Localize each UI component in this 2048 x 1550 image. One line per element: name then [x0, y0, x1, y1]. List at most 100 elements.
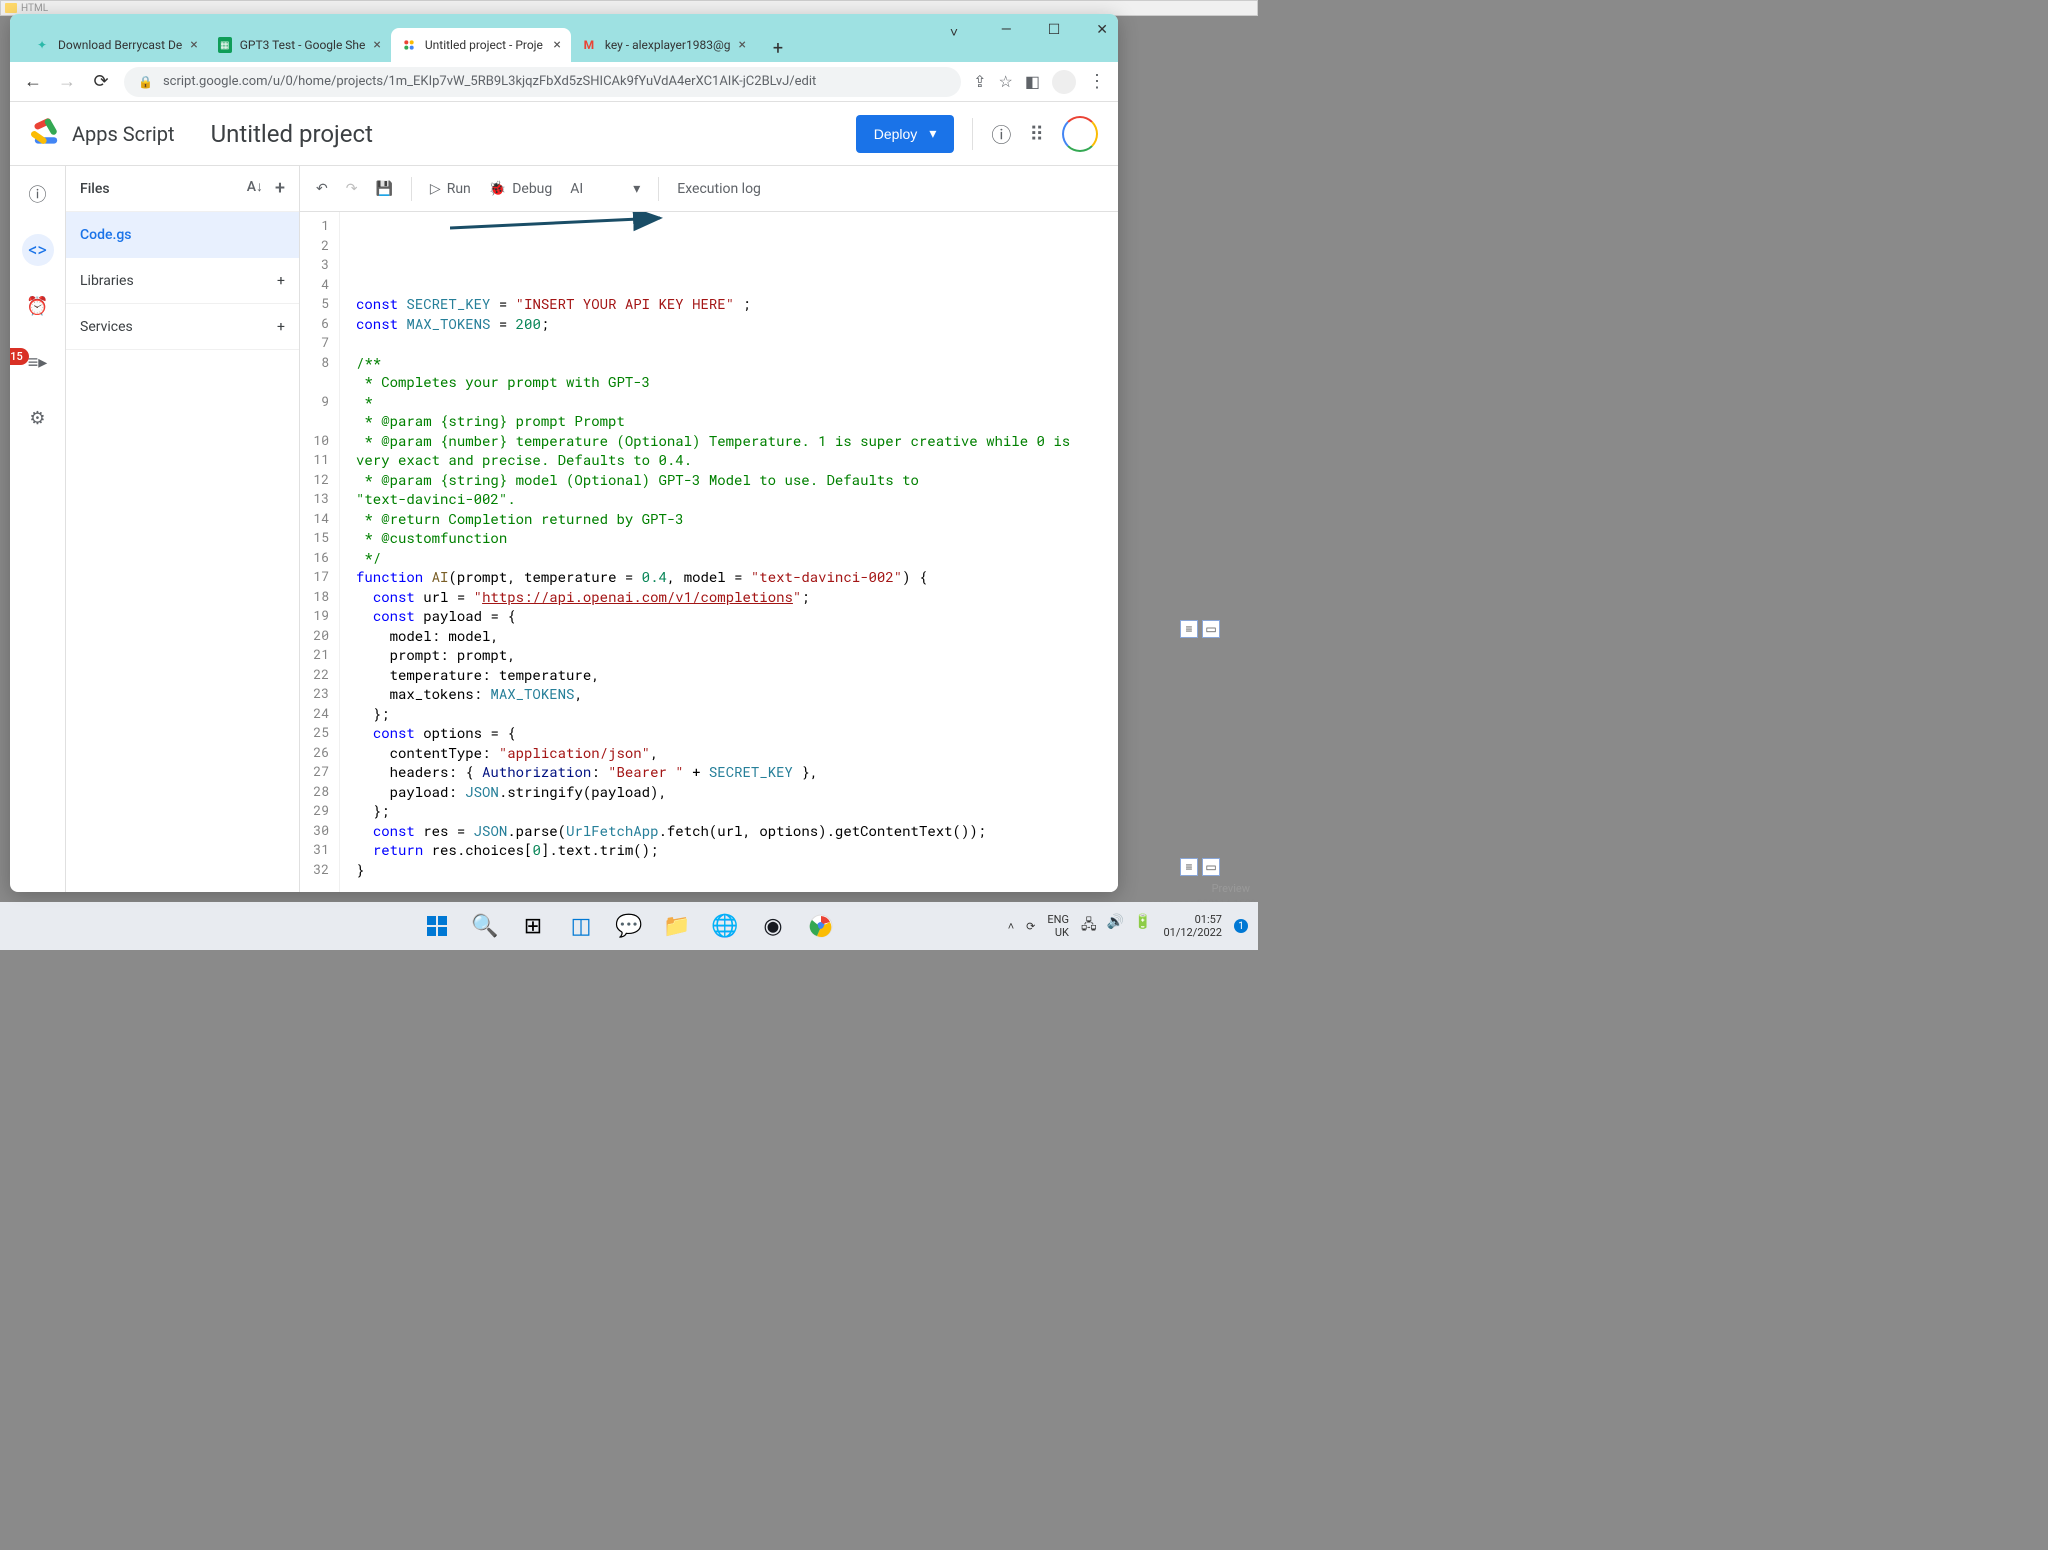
debug-button[interactable]: 🐞 Debug: [489, 181, 553, 197]
close-button[interactable]: ✕: [1096, 22, 1108, 38]
tab-overflow-icon[interactable]: ˅: [950, 24, 958, 41]
url-text: script.google.com/u/0/home/projects/1m_E…: [163, 74, 816, 89]
info-icon[interactable]: ⓘ: [22, 178, 54, 210]
tab-berrycast[interactable]: ✦ Download Berrycast De ×: [24, 28, 208, 62]
services-row: Services +: [66, 304, 299, 350]
network-icon[interactable]: 🖧: [1081, 914, 1097, 938]
explorer-icon[interactable]: 📁: [657, 906, 697, 946]
libraries-label: Libraries: [80, 273, 134, 289]
code-content[interactable]: const SECRET_KEY = "INSERT YOUR API KEY …: [340, 212, 1079, 892]
separator: [658, 177, 659, 201]
tab-title: Download Berrycast De: [58, 38, 182, 52]
help-icon[interactable]: ⓘ: [991, 119, 1011, 148]
apps-script-header: Apps Script Untitled project Deploy ▾ ⓘ …: [10, 102, 1118, 166]
tab-close-icon[interactable]: ×: [738, 37, 745, 53]
separator: [411, 177, 412, 201]
widgets-icon[interactable]: ◫: [561, 906, 601, 946]
forward-button[interactable]: →: [56, 71, 78, 92]
grid-view-icon[interactable]: ▭: [1202, 858, 1220, 876]
deploy-label: Deploy: [874, 126, 918, 142]
add-service-icon[interactable]: +: [277, 319, 285, 335]
add-file-icon[interactable]: +: [275, 178, 285, 199]
tab-sheets[interactable]: ▦ GPT3 Test - Google She ×: [208, 28, 391, 62]
list-view-icon[interactable]: ≡: [1180, 620, 1198, 638]
deploy-button[interactable]: Deploy ▾: [856, 115, 955, 153]
battery-icon[interactable]: 🔋: [1134, 914, 1151, 938]
save-button[interactable]: 💾: [375, 181, 392, 197]
lock-icon: 🔒: [138, 75, 153, 89]
tab-appsscript[interactable]: Untitled project - Proje ×: [391, 28, 571, 62]
side-panel-icon[interactable]: ◧: [1025, 72, 1040, 91]
editor-toolbar: ↶ ↷ 💾 ▷ Run 🐞 Debug AI ▾ Execution log: [300, 166, 1118, 212]
back-button[interactable]: ←: [22, 71, 44, 92]
system-tray: ˄ ⟳ ENG UK 🖧 🔊 🔋 01:57 01/12/2022 1: [1008, 913, 1248, 939]
notification-badge: 315: [10, 348, 29, 365]
project-title[interactable]: Untitled project: [211, 120, 373, 148]
chrome-taskbar-icon[interactable]: [801, 906, 841, 946]
divider: [972, 118, 973, 150]
clock[interactable]: 01:57 01/12/2022: [1163, 913, 1222, 939]
sheets-icon: ▦: [218, 37, 232, 53]
tab-close-icon[interactable]: ×: [190, 37, 197, 53]
editor-icon[interactable]: <>: [22, 234, 54, 266]
chrome-menu-icon[interactable]: ⋮: [1088, 71, 1106, 92]
function-name: AI: [570, 181, 583, 197]
minimize-button[interactable]: ―: [1001, 22, 1012, 38]
triggers-icon[interactable]: ⏰: [22, 290, 54, 322]
profile-icon[interactable]: [1052, 70, 1076, 94]
product-name: Apps Script: [72, 122, 175, 146]
new-tab-button[interactable]: +: [764, 34, 792, 62]
execution-log-button[interactable]: Execution log: [677, 181, 761, 197]
reload-button[interactable]: ⟳: [90, 71, 112, 92]
annotation-arrow: [450, 212, 680, 238]
steam-icon[interactable]: ◉: [753, 906, 793, 946]
apps-script-logo[interactable]: Apps Script: [30, 118, 175, 150]
start-button[interactable]: [417, 906, 457, 946]
list-view-icon[interactable]: ≡: [1180, 858, 1198, 876]
tray-chevron-icon[interactable]: ˄: [1008, 920, 1014, 933]
windows-taskbar: 🔍 ⊞ ◫ 💬 📁 🌐 ◉ ˄ ⟳ ENG UK 🖧 🔊 🔋 01:57 01/…: [0, 902, 1258, 950]
bg-view-buttons: ≡ ▭: [1180, 620, 1220, 638]
url-input[interactable]: 🔒 script.google.com/u/0/home/projects/1m…: [124, 67, 961, 97]
bg-window-title: HTML: [21, 3, 48, 14]
edge-icon[interactable]: 🌐: [705, 906, 745, 946]
services-label: Services: [80, 319, 133, 335]
files-header: Files A↓ +: [66, 166, 299, 212]
selection-highlight: [456, 216, 662, 235]
redo-button[interactable]: ↷: [346, 181, 358, 197]
search-icon[interactable]: 🔍: [465, 906, 505, 946]
tab-title: key - alexplayer1983@g: [605, 38, 731, 52]
avatar[interactable]: [1062, 116, 1098, 152]
folder-icon: [5, 3, 17, 13]
settings-icon[interactable]: ⚙: [22, 402, 54, 434]
dropdown-icon: ▾: [929, 125, 936, 142]
volume-icon[interactable]: 🔊: [1107, 914, 1124, 938]
maximize-button[interactable]: ☐: [1048, 22, 1061, 38]
sort-icon[interactable]: A↓: [247, 178, 263, 199]
tab-close-icon[interactable]: ×: [553, 37, 560, 53]
files-label: Files: [80, 181, 110, 197]
share-icon[interactable]: ⇪: [973, 72, 986, 91]
bookmark-icon[interactable]: ☆: [999, 72, 1013, 91]
task-view-icon[interactable]: ⊞: [513, 906, 553, 946]
language-indicator[interactable]: ENG UK: [1047, 913, 1069, 939]
tab-gmail[interactable]: M key - alexplayer1983@g ×: [571, 28, 756, 62]
run-button[interactable]: ▷ Run: [430, 181, 471, 197]
file-name: Code.gs: [80, 227, 132, 243]
line-gutter: 1234567891011121314151617181920212223242…: [300, 212, 340, 892]
files-panel: Files A↓ + Code.gs Libraries + Services …: [66, 166, 300, 892]
chat-icon[interactable]: 💬: [609, 906, 649, 946]
apps-script-body: ⓘ <> ⏰ ≡▸ ⚙ 315 Files A↓ + Code.gs Libra…: [10, 166, 1118, 892]
add-library-icon[interactable]: +: [277, 273, 285, 289]
grid-view-icon[interactable]: ▭: [1202, 620, 1220, 638]
notification-count[interactable]: 1: [1234, 919, 1248, 933]
code-editor[interactable]: 1234567891011121314151617181920212223242…: [300, 212, 1118, 892]
function-select[interactable]: AI ▾: [570, 181, 640, 197]
file-item[interactable]: Code.gs: [66, 212, 299, 258]
undo-button[interactable]: ↶: [316, 181, 328, 197]
onedrive-icon[interactable]: ⟳: [1026, 920, 1035, 933]
left-rail: ⓘ <> ⏰ ≡▸ ⚙ 315: [10, 166, 66, 892]
apps-grid-icon[interactable]: ⠿: [1029, 122, 1044, 146]
dropdown-icon: ▾: [633, 181, 640, 197]
tab-close-icon[interactable]: ×: [373, 37, 380, 53]
